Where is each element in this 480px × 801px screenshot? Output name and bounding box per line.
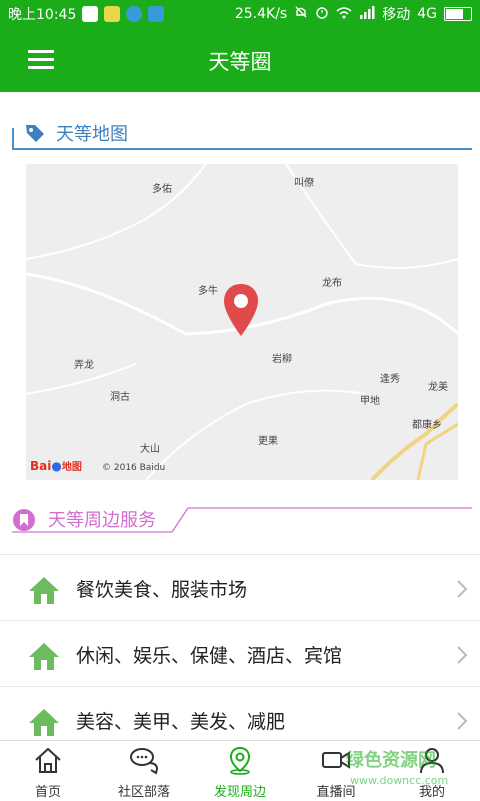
map-label: 弄龙 (74, 360, 94, 371)
baidu-logo-text: Bai (30, 459, 52, 473)
alarm-icon (315, 5, 329, 23)
service-item-label: 美容、美甲、美发、减肥 (76, 711, 286, 733)
map-label: 甲地 (360, 396, 380, 407)
bookmark-circle-icon (13, 509, 35, 531)
wifi-icon (336, 6, 352, 23)
tab-label: 社区部落 (117, 785, 170, 800)
qq-icon (82, 6, 99, 22)
home-icon (29, 709, 59, 736)
service-item-label: 休闲、娱乐、保健、酒店、宾馆 (76, 645, 343, 667)
services-section-header: 天等周边服务 (12, 502, 472, 536)
map-section-title: 天等地图 (56, 124, 128, 145)
location-pin-icon (229, 746, 251, 775)
map-label: 逢秀 (380, 374, 400, 385)
network-type: 4G (417, 6, 437, 22)
map-label: 大山 (140, 444, 160, 455)
baidu-paw-icon: ● (51, 459, 62, 473)
network-speed: 25.4K/s (234, 6, 288, 22)
map-label: 龙布 (322, 278, 342, 289)
services-section-title: 天等周边服务 (48, 510, 156, 531)
carrier-label: 移动 (382, 7, 411, 23)
map-label: 都康乡 (412, 420, 442, 431)
chevron-right-icon (457, 646, 468, 664)
battery-icon (444, 7, 472, 21)
map-label: 洞古 (110, 392, 130, 403)
map-label: 叫僚 (294, 178, 314, 189)
app-icon (104, 6, 121, 22)
tab-community[interactable]: 社区部落 (96, 741, 192, 801)
map-label: 多佑 (152, 184, 172, 195)
bird-icon (126, 6, 143, 22)
home-icon (35, 747, 61, 773)
chat-bubbles-icon (130, 748, 159, 775)
section-tick (12, 128, 14, 149)
watermark-text: 绿色资源网 (346, 750, 436, 771)
section-underline (12, 148, 472, 150)
page-title: 天等圈 (208, 50, 272, 74)
location-pin-icon (224, 284, 258, 336)
home-icon (29, 577, 59, 604)
app-header: 天等圈 (0, 26, 480, 92)
chevron-right-icon (457, 580, 468, 598)
status-time: 晚上10:45 (8, 7, 77, 23)
tab-discover[interactable]: 发现周边 (192, 741, 288, 801)
baidu-logo-text2: 地图 (61, 462, 82, 473)
service-item-label: 餐饮美食、服装市场 (76, 579, 248, 601)
signal-icon (359, 5, 375, 23)
tag-icon (26, 125, 44, 142)
tab-label: 发现周边 (213, 785, 266, 800)
map-copyright: © 2016 Baidu (102, 463, 166, 473)
status-bar: 晚上10:45 25.4K/s 移动 4G (0, 0, 480, 26)
map-label: 多牛 (198, 286, 218, 297)
map-label: 岩柳 (272, 354, 292, 365)
baidu-logo: Bai●地图 (30, 458, 82, 473)
map-label: 更果 (258, 436, 278, 447)
chevron-right-icon (457, 712, 468, 730)
square-app-icon (148, 6, 165, 22)
tab-label: 首页 (34, 785, 61, 800)
service-item[interactable]: 餐饮美食、服装市场 (0, 554, 480, 621)
tab-home[interactable]: 首页 (0, 741, 96, 801)
map-view[interactable]: 多佑 叫僚 多牛 龙布 岩柳 弄龙 洞古 逢秀 甲地 龙美 都康乡 大山 更果 … (26, 164, 458, 480)
watermark-url: www.downcc.com (350, 774, 449, 787)
home-icon (29, 643, 59, 670)
mute-icon (294, 5, 308, 23)
service-item[interactable]: 休闲、娱乐、保健、酒店、宾馆 (0, 620, 480, 687)
map-section-header: 天等地图 (12, 120, 472, 150)
map-label: 龙美 (428, 382, 448, 393)
